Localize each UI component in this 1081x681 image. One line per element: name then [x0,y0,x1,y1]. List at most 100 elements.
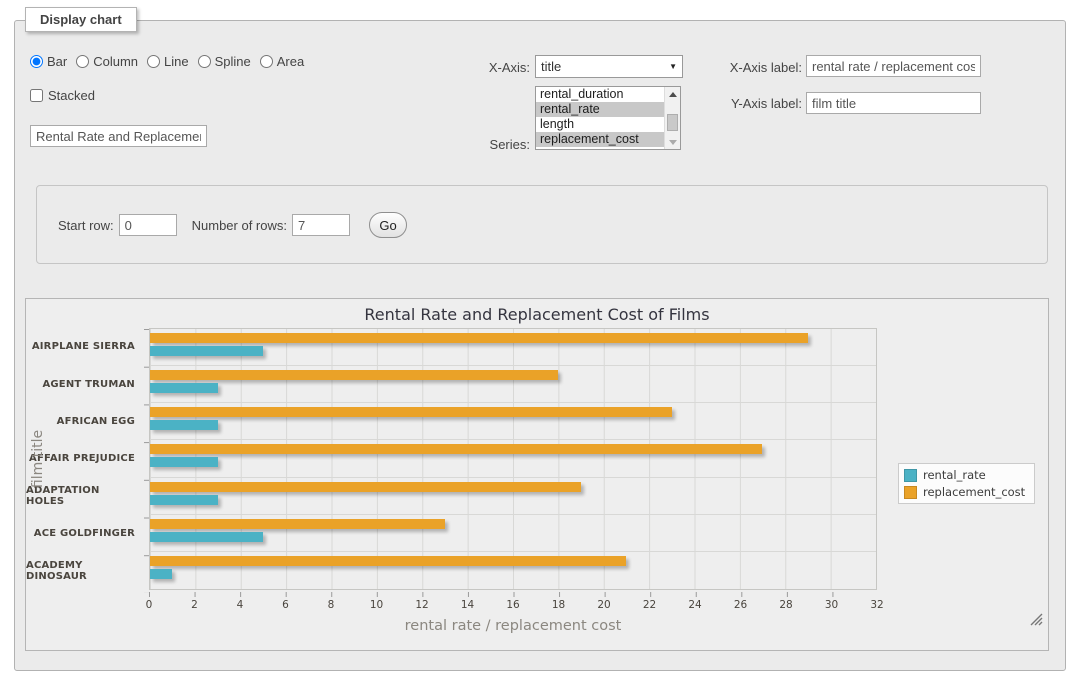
bar-rental_rate [150,569,172,579]
series-option-rental_rate[interactable]: rental_rate [536,102,664,117]
chart-type-option-area[interactable]: Area [260,54,304,69]
category-tick-label: ACE GOLDFINGER [26,515,143,552]
chart-type-label: Bar [47,54,67,69]
stacked-label: Stacked [48,88,95,103]
x-axis-ticks [149,592,878,597]
bar-replacement_cost [150,482,581,492]
series-options: rental_durationrental_ratelengthreplacem… [536,87,664,149]
bar-group [150,515,876,552]
chart-type-label: Column [93,54,138,69]
x-tick-label: 14 [461,599,474,611]
x-tick-label: 12 [415,599,428,611]
x-tick-label: 28 [779,599,792,611]
x-tick-label: 16 [506,599,519,611]
chart-type-option-line[interactable]: Line [147,54,189,69]
series-option-rental_duration[interactable]: rental_duration [536,87,664,102]
bar-replacement_cost [150,444,762,454]
chart-type-option-bar[interactable]: Bar [30,54,67,69]
series-listbox[interactable]: rental_durationrental_ratelengthreplacem… [535,86,681,150]
chart-type-radio-line[interactable] [147,55,160,68]
bar-group [150,478,876,515]
x-tick-label: 2 [191,599,198,611]
series-option-replacement_cost[interactable]: replacement_cost [536,132,664,147]
x-tick-label: 30 [825,599,838,611]
legend-swatch [904,486,917,499]
series-scrollbar[interactable] [664,87,680,149]
x-axis-select[interactable]: title [535,55,683,78]
chart-title: Rental Rate and Replacement Cost of Film… [26,305,1048,324]
legend-item-replacement_cost: replacement_cost [904,485,1025,499]
rows-panel-content: Start row: Number of rows: Go [58,212,407,238]
scroll-down-arrow-icon[interactable] [665,135,680,149]
x-tick-label: 10 [370,599,383,611]
go-button[interactable]: Go [369,212,407,238]
bar-replacement_cost [150,370,558,380]
chart-type-option-column[interactable]: Column [76,54,138,69]
y-axis-label-label: Y-Axis label: [710,96,802,111]
category-tick-label: AIRPLANE SIERRA [26,328,143,365]
x-tick-label: 4 [237,599,244,611]
x-tick-label: 24 [688,599,701,611]
fieldset-legend: Display chart [25,7,137,32]
chart-legend: rental_rate replacement_cost [898,463,1035,504]
bar-replacement_cost [150,556,626,566]
scroll-up-arrow-icon[interactable] [665,87,680,101]
x-axis-label-input[interactable] [806,55,981,77]
y-axis-title: film title [30,430,46,488]
bar-replacement_cost [150,519,445,529]
bar-rental_rate [150,457,218,467]
x-axis-select-label: X-Axis: [438,60,530,75]
chart-type-option-spline[interactable]: Spline [198,54,251,69]
bar-group [150,329,876,366]
x-tick-label: 0 [146,599,153,611]
resize-grip-icon[interactable] [1030,613,1043,626]
stacked-row: Stacked [30,88,95,103]
bar-replacement_cost [150,407,672,417]
bar-rental_rate [150,532,263,542]
stacked-checkbox[interactable] [30,89,43,102]
chart-type-radio-column[interactable] [76,55,89,68]
bar-group [150,440,876,477]
bar-rental_rate [150,346,263,356]
chart-type-radio-spline[interactable] [198,55,211,68]
bar-replacement_cost [150,333,808,343]
x-tick-label: 26 [734,599,747,611]
legend-swatch [904,469,917,482]
x-axis-title: rental rate / replacement cost [149,618,877,634]
x-tick-label: 22 [643,599,656,611]
page: Display chart Bar Column Line Spline Area St… [0,0,1081,681]
x-tick-label: 20 [597,599,610,611]
chart-type-label: Area [277,54,304,69]
scrollbar-thumb[interactable] [667,114,678,131]
bar-rental_rate [150,383,218,393]
series-list-label: Series: [438,137,530,152]
x-tick-label: 8 [328,599,335,611]
chart-type-label: Spline [215,54,251,69]
chart-type-radio-group: Bar Column Line Spline Area [30,54,313,69]
start-row-input[interactable] [119,214,177,236]
num-rows-input[interactable] [292,214,350,236]
x-tick-labels: 02468101214161820222426283032 [149,599,877,612]
num-rows-label: Number of rows: [192,218,287,233]
chart-type-radio-bar[interactable] [30,55,43,68]
chart-type-radio-area[interactable] [260,55,273,68]
y-axis-label-input[interactable] [806,92,981,114]
series-option-length[interactable]: length [536,117,664,132]
x-tick-label: 6 [282,599,289,611]
bar-rental_rate [150,495,218,505]
category-tick-label: AGENT TRUMAN [26,365,143,402]
x-tick-label: 32 [870,599,883,611]
bar-group [150,403,876,440]
legend-item-rental_rate: rental_rate [904,468,1025,482]
bar-group [150,366,876,403]
chart-title-input[interactable] [30,125,207,147]
chart-container: Rental Rate and Replacement Cost of Film… [25,298,1049,651]
x-axis-select-wrap: title ▼ [535,55,683,78]
bar-rental_rate [150,420,218,430]
legend-label: replacement_cost [923,485,1025,499]
chart-type-label: Line [164,54,189,69]
bar-group [150,552,876,589]
plot-grid [149,328,877,590]
x-tick-label: 18 [552,599,565,611]
category-tick-label: ACADEMY DINOSAUR [26,553,143,590]
